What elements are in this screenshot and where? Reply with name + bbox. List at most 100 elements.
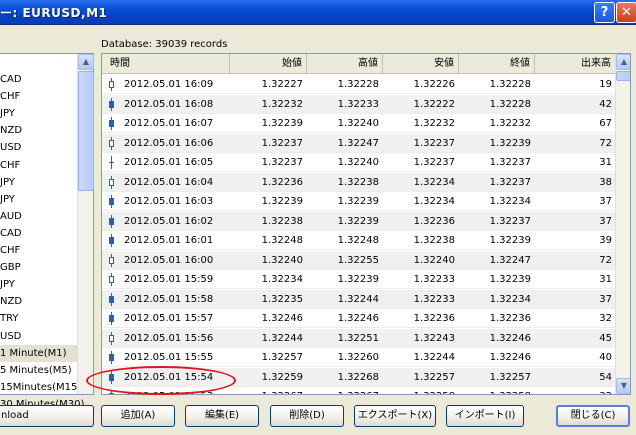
- close-window-button[interactable]: ✕: [616, 2, 636, 23]
- delete-button[interactable]: 削除(D): [270, 405, 344, 427]
- candle-up-icon: [109, 273, 115, 286]
- cell-time: 2012.05.01 16:05: [124, 157, 214, 168]
- cell-volume: 38: [599, 176, 612, 188]
- scroll-up-icon[interactable]: ▲: [616, 54, 630, 70]
- symbol-list-item[interactable]: CHF: [0, 157, 77, 174]
- cell-high: 1.32228: [337, 79, 379, 90]
- cell-time: 2012.05.01 16:01: [124, 235, 214, 246]
- cell-volume: 32: [535, 387, 616, 394]
- table-row[interactable]: 2012.05.01 15:57 1.32246 1.32246 1.32236 1.3…: [102, 309, 616, 328]
- cell-volume: 42: [599, 98, 612, 110]
- symbol-list-item[interactable]: 15Minutes(M15): [0, 379, 81, 396]
- cell-close: 1.32246: [489, 332, 531, 344]
- cell-open: 1.32232: [261, 98, 303, 110]
- symbol-list-item[interactable]: TRY: [0, 310, 77, 327]
- column-header[interactable]: 出来高: [535, 54, 616, 74]
- table-row[interactable]: 2012.05.01 16:02 1.32238 1.32239 1.32236 1.3…: [102, 211, 616, 231]
- symbol-list-item[interactable]: USD: [0, 328, 77, 345]
- cell-volume: 37: [599, 196, 612, 207]
- table-row[interactable]: 2012.05.01 16:00 1.32240 1.32255 1.32240 1.3…: [102, 250, 616, 270]
- symbol-list-item[interactable]: USD: [0, 139, 77, 156]
- symbol-list-item[interactable]: JPY: [0, 191, 77, 208]
- table-row[interactable]: 2012.05.01 16:04 1.32236 1.32238 1.32234 1.3…: [102, 172, 616, 192]
- symbol-list-item[interactable]: JPY: [0, 105, 77, 122]
- candle-up-icon: [109, 136, 115, 150]
- symbol-list-item[interactable]: CHF: [0, 88, 77, 105]
- scroll-thumb[interactable]: [616, 71, 630, 81]
- scroll-up-icon[interactable]: ▲: [78, 54, 94, 70]
- cell-open: 1.32246: [261, 313, 303, 324]
- cell-open: 1.32238: [261, 215, 303, 227]
- cell-low: 1.32237: [413, 137, 455, 149]
- cell-open: 1.32235: [261, 293, 303, 305]
- help-button[interactable]: ?: [594, 2, 615, 23]
- cell-time: 2012.05.01 16:00: [124, 254, 214, 266]
- symbol-list-item[interactable]: AUD: [0, 208, 77, 225]
- table-row[interactable]: 2012.05.01 16:05 1.32237 1.32240 1.32237 1.3…: [102, 153, 616, 172]
- edit-button[interactable]: 編集(E): [185, 405, 259, 427]
- cell-time: 2012.05.01 16:07: [124, 118, 214, 129]
- column-header[interactable]: 高値: [307, 54, 383, 74]
- download-button[interactable]: nload: [0, 405, 94, 427]
- table-scrollbar[interactable]: ▲ ▼: [615, 54, 630, 394]
- table-row[interactable]: 2012.05.01 16:09 1.32227 1.32228 1.32226 1.3…: [102, 75, 616, 94]
- table-row[interactable]: 2012.05.01 15:55 1.32257 1.32260 1.32244 1.3…: [102, 348, 616, 367]
- symbol-list-item[interactable]: 5 Minutes(M5): [0, 362, 77, 379]
- symbol-list-item[interactable]: NZD: [0, 122, 77, 139]
- cell-time: 2012.05.01 15:57: [124, 313, 214, 324]
- symbol-list-item[interactable]: CAD: [0, 225, 77, 242]
- cell-high: 1.32267: [307, 387, 383, 394]
- symbol-list-item[interactable]: JPY: [0, 276, 77, 293]
- cell-volume: 19: [599, 79, 612, 90]
- cell-low: 1.32226: [413, 79, 455, 90]
- table-row[interactable]: 2012.05.01 16:03 1.32239 1.32239 1.32234 1.3…: [102, 192, 616, 211]
- column-header[interactable]: 安値: [383, 54, 459, 74]
- cell-close: 1.32237: [489, 176, 531, 188]
- table-row[interactable]: 2012.05.01 15:56 1.32244 1.32251 1.32243 1.3…: [102, 328, 616, 348]
- cell-time: 2012.05.01 15:56: [124, 332, 214, 344]
- candle-down-icon: [109, 195, 115, 208]
- cell-high: 1.32260: [337, 352, 379, 363]
- symbol-list-item[interactable]: 1 Minute(M1): [0, 344, 77, 362]
- table-row[interactable]: 2012.05.01 16:07 1.32239 1.32240 1.32232 1.3…: [102, 114, 616, 133]
- symbol-list-item[interactable]: CAD: [0, 71, 77, 88]
- cell-time: 2012.05.01 15:55: [124, 352, 214, 363]
- symbol-tree-scrollbar[interactable]: ▲: [77, 54, 94, 394]
- column-header[interactable]: 終値: [459, 54, 535, 74]
- table-row[interactable]: 2012.05.01 15:59 1.32234 1.32239 1.32233 1.3…: [102, 270, 616, 289]
- title-bar: ー: EURUSD,M1 ? ✕: [0, 0, 636, 25]
- symbol-tree[interactable]: 30 Minutes(M30)15Minutes(M15)5 Minutes(M…: [0, 53, 94, 410]
- column-header[interactable]: 始値: [230, 54, 307, 74]
- close-button[interactable]: 閉じる(C): [556, 405, 630, 427]
- candle-down-icon: [109, 312, 115, 325]
- cell-volume: 54: [599, 371, 612, 383]
- import-button[interactable]: インポート(I): [446, 405, 524, 427]
- cell-close: 1.32247: [489, 254, 531, 266]
- export-button[interactable]: エクスポート(X): [354, 405, 436, 427]
- cell-close: 1.32257: [489, 371, 531, 383]
- table-row[interactable]: 2012.05.01 16:01 1.32248 1.32248 1.32238 1.3…: [102, 231, 616, 250]
- table-row[interactable]: 2012.05.01 16:08 1.32232 1.32233 1.32222 1.3…: [102, 94, 616, 114]
- cell-volume: 31: [599, 157, 612, 168]
- scroll-thumb[interactable]: [78, 71, 94, 191]
- cell-open: 1.32237: [261, 157, 303, 168]
- symbol-list-item[interactable]: NZD: [0, 293, 77, 310]
- scroll-down-icon[interactable]: ▼: [616, 378, 630, 394]
- candle-up-icon: [109, 78, 115, 91]
- cell-open: 1.32267: [230, 387, 307, 394]
- column-header[interactable]: 時間: [102, 54, 230, 74]
- symbol-list-item[interactable]: CHF: [0, 242, 77, 259]
- symbol-list-item[interactable]: JPY: [0, 174, 77, 191]
- cell-open: 1.32248: [261, 235, 303, 246]
- cell-high: 1.32239: [337, 196, 379, 207]
- add-button[interactable]: 追加(A): [101, 405, 175, 427]
- history-table[interactable]: 時間 始値 高値 安値 終値 出来高 2012.05.01 16:09 1.32227 1.3…: [101, 53, 631, 395]
- table-row[interactable]: 2012.05.01 15:58 1.32235 1.32244 1.32233 1.3…: [102, 289, 616, 309]
- symbol-list-item[interactable]: GBP: [0, 259, 77, 276]
- cell-close: 1.32237: [489, 215, 531, 227]
- window-title: ー: EURUSD,M1: [0, 6, 108, 20]
- candle-down-icon: [109, 117, 115, 130]
- cell-open: 1.32237: [261, 137, 303, 149]
- cell-open: 1.32227: [261, 79, 303, 90]
- table-row[interactable]: 2012.05.01 16:06 1.32237 1.32247 1.32237 1.3…: [102, 133, 616, 153]
